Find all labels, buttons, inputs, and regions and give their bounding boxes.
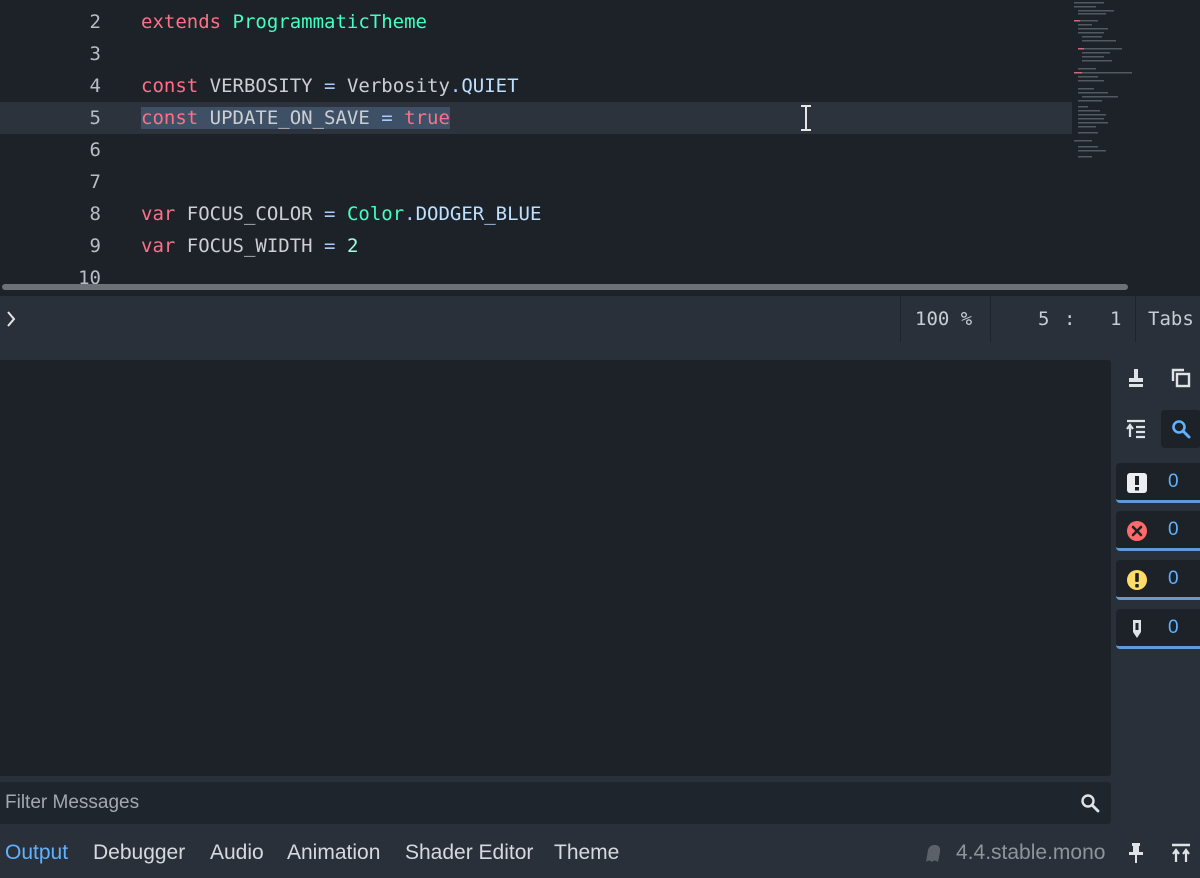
code-token: var xyxy=(141,203,176,225)
code-token xyxy=(392,107,405,129)
copy-output-button[interactable] xyxy=(1161,359,1200,397)
warning-count: 0 xyxy=(1168,568,1179,589)
tab-debugger[interactable]: Debugger xyxy=(93,828,185,874)
line-number: 3 xyxy=(89,43,101,65)
code-line[interactable]: 9 var FOCUS_WIDTH = 2 xyxy=(0,230,1072,262)
line-number: 7 xyxy=(89,171,101,193)
cursor-column: 1 xyxy=(1110,308,1122,330)
editor-message-count: 0 xyxy=(1168,617,1179,638)
text-cursor-icon xyxy=(801,105,811,131)
scrollbar-thumb[interactable] xyxy=(2,284,1128,290)
code-token: const xyxy=(141,107,199,129)
code-token: VERBOSITY xyxy=(198,75,325,97)
cursor-separator: : xyxy=(1064,308,1076,330)
filter-messages-button[interactable]: 0 xyxy=(1116,463,1200,503)
filter-messages-input[interactable] xyxy=(0,782,1065,824)
line-number: 4 xyxy=(89,75,101,97)
filter-editor-messages-button[interactable]: 0 xyxy=(1116,609,1200,649)
copy-icon xyxy=(1171,368,1191,388)
chevron-right-icon[interactable] xyxy=(5,310,17,328)
horizontal-scrollbar[interactable] xyxy=(0,282,1200,292)
code-line[interactable]: 7 xyxy=(0,166,1072,198)
error-icon xyxy=(1127,521,1147,541)
line-code: var FOCUS_WIDTH = 2 xyxy=(141,230,358,262)
code-token: Color xyxy=(346,203,405,225)
zoom-level[interactable]: 100 % xyxy=(915,296,972,342)
code-line-partial[interactable] xyxy=(0,0,1072,12)
code-line[interactable]: 3 xyxy=(0,38,1072,70)
status-divider xyxy=(900,296,901,342)
line-number: 9 xyxy=(89,235,101,257)
toggle-search-button[interactable] xyxy=(1161,410,1200,448)
pin-icon[interactable] xyxy=(1126,842,1146,864)
code-line[interactable]: 8 var FOCUS_COLOR = Color.DODGER_BLUE xyxy=(0,198,1072,230)
clear-output-button[interactable] xyxy=(1116,359,1156,397)
code-token: extends xyxy=(141,11,222,33)
tab-output[interactable]: Output xyxy=(5,828,68,874)
line-code: var FOCUS_COLOR = Color.DODGER_BLUE xyxy=(141,198,541,230)
code-token: = xyxy=(381,107,393,129)
code-token: = xyxy=(324,235,336,257)
code-token: UPDATE_ON_SAVE xyxy=(198,107,382,129)
code-line[interactable]: 4 const VERBOSITY = Verbosity.QUIET xyxy=(0,70,1072,102)
search-icon xyxy=(1081,794,1100,813)
search-icon xyxy=(1172,420,1191,439)
error-count: 0 xyxy=(1168,519,1179,540)
tab-theme[interactable]: Theme xyxy=(554,828,619,874)
code-token: const xyxy=(141,75,199,97)
broom-icon xyxy=(1129,369,1143,387)
status-divider xyxy=(990,296,991,342)
filter-errors-button[interactable]: 0 xyxy=(1116,511,1200,551)
ghost-icon xyxy=(926,844,941,862)
line-number: 6 xyxy=(89,139,101,161)
filter-messages-bar xyxy=(0,782,1111,824)
code-token: QUIET xyxy=(461,75,519,97)
code-minimap[interactable] xyxy=(1072,0,1152,170)
code-token: Verbosity xyxy=(335,75,450,97)
code-line[interactable]: 6 xyxy=(0,134,1072,166)
code-token: ProgrammaticTheme xyxy=(232,11,427,33)
filter-warnings-button[interactable]: 0 xyxy=(1116,560,1200,600)
code-token: . xyxy=(404,203,416,225)
code-token: 2 xyxy=(346,235,359,257)
bottom-panel-tabs: Output Debugger Audio Animation Shader E… xyxy=(0,828,1200,874)
line-code: const UPDATE_ON_SAVE = true xyxy=(141,102,450,134)
message-count: 0 xyxy=(1168,471,1179,492)
message-icon xyxy=(1127,473,1147,493)
code-token: = xyxy=(324,75,336,97)
indent-mode[interactable]: Tabs xyxy=(1148,296,1194,342)
code-token: FOCUS_WIDTH xyxy=(175,235,325,257)
output-log[interactable] xyxy=(0,360,1111,776)
editor-message-icon xyxy=(1133,620,1141,638)
status-divider xyxy=(1135,296,1136,342)
collapse-duplicates-button[interactable] xyxy=(1116,410,1156,448)
code-line-current[interactable]: 5 const UPDATE_ON_SAVE = true xyxy=(0,102,1072,134)
code-token: . xyxy=(449,75,462,97)
cursor-line: 5 xyxy=(1038,308,1050,330)
code-token: DODGER_BLUE xyxy=(415,203,542,225)
code-token: FOCUS_COLOR xyxy=(175,203,325,225)
tab-audio[interactable]: Audio xyxy=(210,828,264,874)
version-label[interactable]: 4.4.stable.mono xyxy=(956,828,1105,874)
code-token: true xyxy=(404,107,450,129)
line-number: 5 xyxy=(89,107,101,129)
editor-status-bar: 100 % 5 : 1 Tabs xyxy=(0,296,1200,342)
tab-animation[interactable]: Animation xyxy=(287,828,380,874)
line-number: 8 xyxy=(89,203,101,225)
expand-panel-icon[interactable] xyxy=(1170,842,1192,864)
code-token: = xyxy=(324,203,336,225)
code-editor[interactable]: 2 extends ProgrammaticTheme 3 4 const VERBOS… xyxy=(0,0,1200,296)
line-code: const VERBOSITY = Verbosity.QUIET xyxy=(141,70,519,102)
warning-icon xyxy=(1127,570,1147,590)
tab-shader-editor[interactable]: Shader Editor xyxy=(405,828,533,874)
code-token: var xyxy=(141,235,176,257)
collapse-icon xyxy=(1126,419,1145,439)
